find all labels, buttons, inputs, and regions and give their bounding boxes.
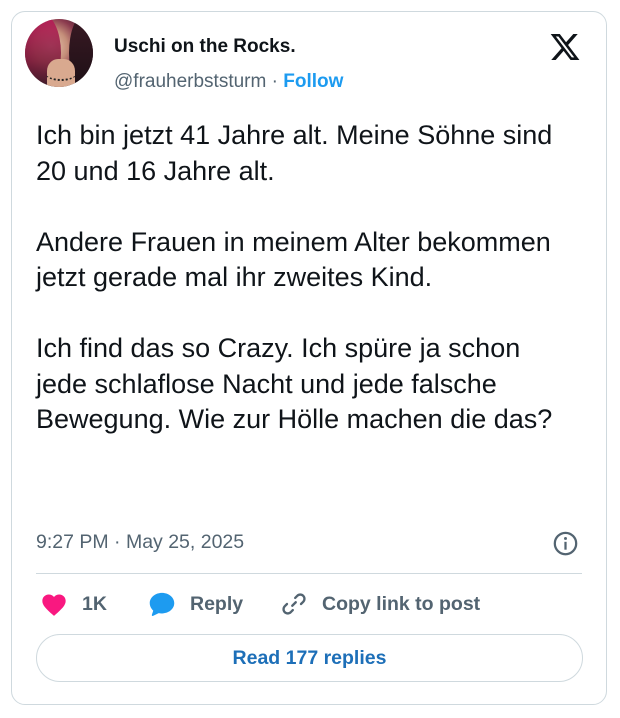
tweet-paragraph: Andere Frauen in meinem Alter bekommen j… [36,226,551,293]
handle-row: @frauherbststurm · Follow [114,71,343,93]
tweet-timestamp[interactable]: 9:27 PM · May 25, 2025 [36,531,244,554]
info-icon[interactable] [552,530,579,557]
speech-bubble-icon [149,592,175,616]
tweet-paragraph: Ich find das so Crazy. Ich spüre ja scho… [36,333,553,434]
x-logo-icon[interactable] [548,31,582,63]
avatar-necklace [45,65,77,81]
tweet-text: Ich bin jetzt 41 Jahre alt. Meine Söhne … [36,118,576,438]
copy-link-button[interactable]: Copy link to post [280,590,480,618]
reply-label: Reply [190,592,244,615]
link-icon [282,593,306,615]
handle-separator: · [271,71,278,92]
user-handle[interactable]: @frauherbststurm [114,71,266,92]
read-replies-button[interactable]: Read 177 replies [36,634,583,682]
divider [36,573,582,574]
like-count: 1K [82,592,107,615]
copy-link-label: Copy link to post [322,592,481,615]
display-name[interactable]: Uschi on the Rocks. [114,36,296,58]
avatar[interactable] [25,19,93,87]
follow-button[interactable]: Follow [283,71,343,92]
tweet-paragraph: Ich bin jetzt 41 Jahre alt. Meine Söhne … [36,120,553,186]
reply-button[interactable]: Reply [148,590,243,618]
heart-icon [42,594,66,616]
like-button[interactable]: 1K [40,590,107,618]
